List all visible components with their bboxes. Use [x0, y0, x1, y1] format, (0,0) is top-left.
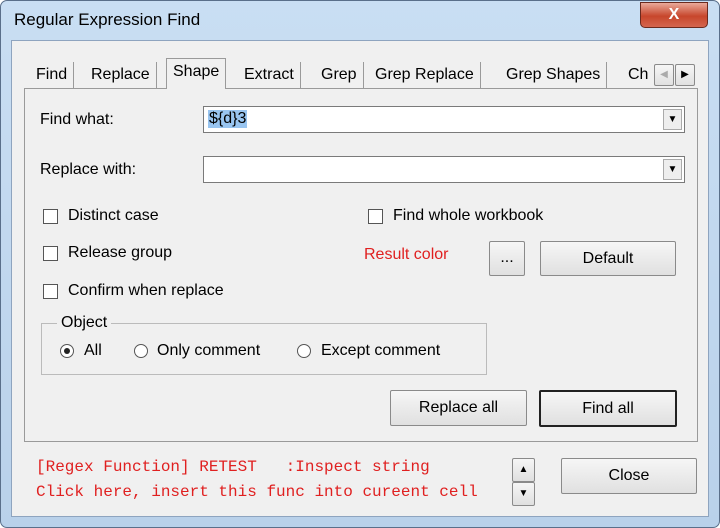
close-button[interactable]: Close	[561, 458, 697, 494]
tab-scroll-right-button[interactable]: ▶	[675, 64, 695, 86]
tab-scroll-left-button[interactable]: ◀	[654, 64, 674, 86]
hint-scroll-down-button[interactable]: ▼	[512, 482, 535, 506]
find-what-label: Find what:	[40, 111, 114, 128]
hint-scroll-up-button[interactable]: ▲	[512, 458, 535, 482]
distinct-case-checkbox[interactable]	[43, 209, 58, 224]
release-group-label: Release group	[68, 244, 173, 261]
whole-workbook-label: Find whole workbook	[393, 207, 544, 224]
arrow-up-icon: ▲	[518, 464, 529, 475]
tab-find[interactable]: Find	[30, 62, 75, 89]
chevron-right-icon: ▶	[681, 69, 689, 80]
chevron-left-icon: ◀	[660, 69, 668, 80]
replace-with-input[interactable]: ▼	[203, 156, 685, 183]
release-group-checkbox[interactable]	[43, 246, 58, 261]
arrow-down-icon: ▼	[518, 488, 529, 499]
tab-grep-shapes[interactable]: Grep Shapes	[500, 62, 608, 89]
find-what-input[interactable]: ${d}3 ▼	[203, 106, 685, 133]
window-title: Regular Expression Find	[14, 10, 201, 29]
distinct-case-label: Distinct case	[68, 207, 159, 224]
radio-except-comment[interactable]	[297, 344, 311, 358]
radio-all-label: All	[84, 342, 102, 359]
default-button[interactable]: Default	[540, 241, 676, 276]
tab-grep[interactable]: Grep	[315, 62, 364, 89]
find-what-value: ${d}3	[208, 110, 248, 128]
whole-workbook-checkbox[interactable]	[368, 209, 383, 224]
replace-all-button[interactable]: Replace all	[390, 390, 527, 426]
radio-only-comment[interactable]	[134, 344, 148, 358]
radio-only-comment-label: Only comment	[157, 342, 261, 359]
result-color-label: Result color	[364, 246, 449, 263]
object-legend: Object	[57, 314, 112, 332]
close-window-button[interactable]: X	[640, 2, 708, 28]
replace-with-label: Replace with:	[40, 161, 137, 178]
hint-line-2[interactable]: Click here, insert this func into cureen…	[36, 483, 478, 501]
tab-shape[interactable]: Shape	[166, 58, 227, 89]
tab-extract[interactable]: Extract	[238, 62, 301, 89]
chevron-down-icon[interactable]: ▼	[663, 109, 682, 130]
color-picker-button[interactable]: ...	[489, 241, 525, 276]
confirm-replace-label: Confirm when replace	[68, 282, 224, 299]
hint-line-1[interactable]: [Regex Function] RETEST :Inspect string	[36, 458, 430, 476]
radio-all[interactable]	[60, 344, 74, 358]
close-icon: X	[668, 6, 680, 23]
chevron-down-icon[interactable]: ▼	[663, 159, 682, 180]
find-all-button[interactable]: Find all	[539, 390, 677, 427]
tab-grep-replace[interactable]: Grep Replace	[369, 62, 481, 89]
radio-except-comment-label: Except comment	[321, 342, 441, 359]
confirm-replace-checkbox[interactable]	[43, 284, 58, 299]
tab-replace[interactable]: Replace	[85, 62, 157, 89]
tab-ch[interactable]: Ch	[622, 62, 656, 89]
